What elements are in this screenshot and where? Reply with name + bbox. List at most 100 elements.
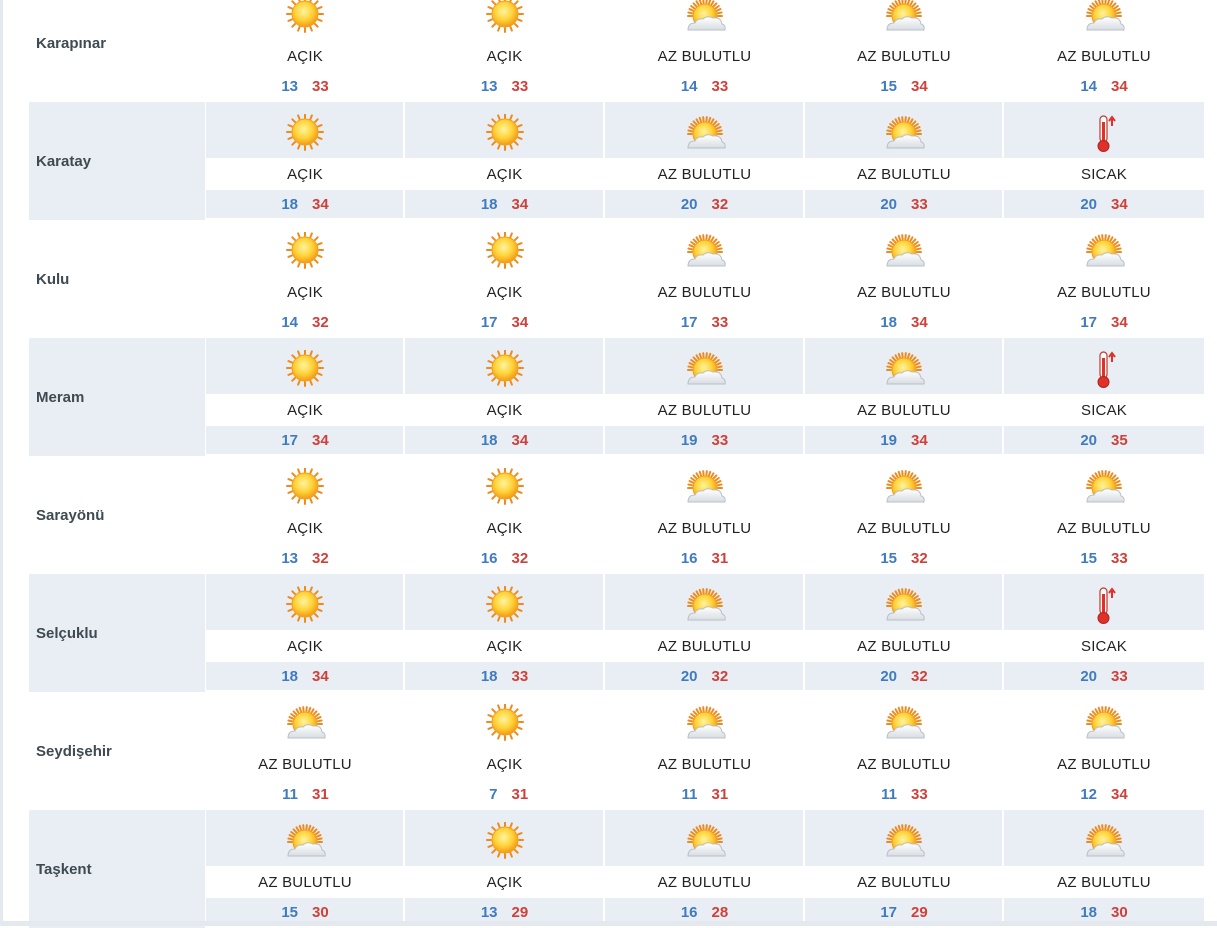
min-temperature: 18	[1073, 904, 1097, 921]
sun-cloud-icon	[882, 0, 926, 36]
temperature-range: 1533	[1004, 550, 1204, 567]
temperature-range: 1834	[206, 668, 404, 685]
sun-icon	[283, 586, 327, 626]
max-temperature: 31	[712, 550, 736, 567]
min-temperature: 18	[274, 668, 298, 685]
min-temperature: 18	[474, 668, 498, 685]
temperature-range: 1433	[605, 78, 804, 95]
sun-cloud-icon	[882, 232, 926, 272]
forecast-day-cell: AÇIK1834	[206, 102, 404, 220]
min-temperature: 20	[1073, 196, 1097, 213]
district-name[interactable]: Kulu	[36, 271, 69, 288]
district-name[interactable]: Meram	[36, 389, 84, 406]
temperature-range: 1934	[805, 432, 1003, 449]
temperature-range: 1534	[805, 78, 1003, 95]
min-temperature: 18	[474, 432, 498, 449]
min-temperature: 17	[274, 432, 298, 449]
temperature-range: 1530	[206, 904, 404, 921]
forecast-day-cell: AZ BULUTLU1631	[605, 456, 804, 574]
forecast-day-cell: SICAK2035	[1004, 338, 1204, 456]
sun-icon	[483, 114, 527, 154]
temperature-range: 1734	[206, 432, 404, 449]
sun-icon	[483, 586, 527, 626]
condition-label: AZ BULUTLU	[805, 48, 1003, 65]
condition-label: AÇIK	[206, 638, 404, 655]
district-name[interactable]: Selçuklu	[36, 625, 98, 642]
sun-cloud-icon	[1082, 822, 1126, 862]
district-name-cell: Selçuklu	[29, 574, 205, 692]
condition-label: AZ BULUTLU	[605, 638, 804, 655]
forecast-day-cell: SICAK2033	[1004, 574, 1204, 692]
forecast-day-cell: AZ BULUTLU1532	[805, 456, 1003, 574]
min-temperature: 15	[1073, 550, 1097, 567]
district-name[interactable]: Taşkent	[36, 861, 92, 878]
condition-label: AÇIK	[206, 166, 404, 183]
max-temperature: 33	[712, 432, 736, 449]
temperature-range: 1332	[206, 550, 404, 567]
condition-label: AZ BULUTLU	[605, 48, 804, 65]
max-temperature: 34	[512, 196, 536, 213]
sun-icon	[483, 350, 527, 390]
max-temperature: 31	[712, 786, 736, 803]
min-temperature: 19	[674, 432, 698, 449]
forecast-day-cell: AZ BULUTLU2032	[605, 574, 804, 692]
max-temperature: 34	[1111, 314, 1135, 331]
condition-label: AZ BULUTLU	[605, 874, 804, 891]
sun-icon	[283, 114, 327, 154]
max-temperature: 32	[911, 550, 935, 567]
min-temperature: 13	[274, 78, 298, 95]
sun-cloud-icon	[882, 704, 926, 744]
condition-label: AZ BULUTLU	[605, 756, 804, 773]
min-temperature: 12	[1073, 786, 1097, 803]
max-temperature: 32	[712, 196, 736, 213]
temperature-range: 1734	[405, 314, 604, 331]
max-temperature: 28	[712, 904, 736, 921]
max-temperature: 33	[312, 78, 336, 95]
district-name-cell: Taşkent	[29, 810, 205, 928]
temperature-range: 1532	[805, 550, 1003, 567]
district-row: Karapınar AÇIK1333 AÇIK1333 AZ BULUTLU14…	[29, 0, 1204, 102]
forecast-day-cell: AÇIK 13 33	[206, 0, 404, 102]
min-temperature: 20	[674, 668, 698, 685]
temperature-range: 1834	[405, 196, 604, 213]
forecast-day-cell: AZ BULUTLU 1133	[805, 692, 1003, 810]
min-temperature: 14	[1073, 78, 1097, 95]
temperature-range: 1131	[605, 786, 804, 803]
condition-label: AÇIK	[405, 402, 604, 419]
condition-label: AÇIK	[405, 756, 604, 773]
condition-label: AZ BULUTLU	[805, 166, 1003, 183]
condition-label: SICAK	[1004, 402, 1204, 419]
condition-label: SICAK	[1004, 638, 1204, 655]
min-temperature: 15	[274, 904, 298, 921]
condition-label: AÇIK	[206, 48, 404, 65]
temperature-range: 1131	[206, 786, 404, 803]
district-name-cell: Meram	[29, 338, 205, 456]
min-temperature: 20	[873, 196, 897, 213]
min-temperature: 20	[1073, 432, 1097, 449]
district-name[interactable]: Seydişehir	[36, 743, 112, 760]
forecast-day-cell: AZ BULUTLU1530	[206, 810, 404, 928]
condition-label: AZ BULUTLU	[605, 284, 804, 301]
district-name[interactable]: Karapınar	[36, 35, 106, 52]
temperature-range: 1734	[1004, 314, 1204, 331]
max-temperature: 34	[1111, 78, 1135, 95]
max-temperature: 30	[312, 904, 336, 921]
district-name[interactable]: Sarayönü	[36, 507, 104, 524]
condition-label: AZ BULUTLU	[1004, 520, 1204, 537]
temperature-range: 1333	[405, 78, 604, 95]
forecast-day-cell: AZ BULUTLU1830	[1004, 810, 1204, 928]
max-temperature: 34	[911, 432, 935, 449]
sun-cloud-icon	[882, 350, 926, 390]
condition-label: AÇIK	[405, 638, 604, 655]
temperature-range: 1133	[805, 786, 1003, 803]
min-temperature: 18	[873, 314, 897, 331]
forecast-day-cell: AZ BULUTLU 1131	[605, 692, 804, 810]
condition-label: AZ BULUTLU	[605, 520, 804, 537]
forecast-day-cell: AZ BULUTLU1934	[805, 338, 1003, 456]
forecast-day-cell: AÇIK1834	[405, 102, 604, 220]
condition-label: AZ BULUTLU	[206, 874, 404, 891]
condition-label: AZ BULUTLU	[805, 756, 1003, 773]
min-temperature: 15	[873, 550, 897, 567]
min-temperature: 20	[674, 196, 698, 213]
district-name[interactable]: Karatay	[36, 153, 91, 170]
